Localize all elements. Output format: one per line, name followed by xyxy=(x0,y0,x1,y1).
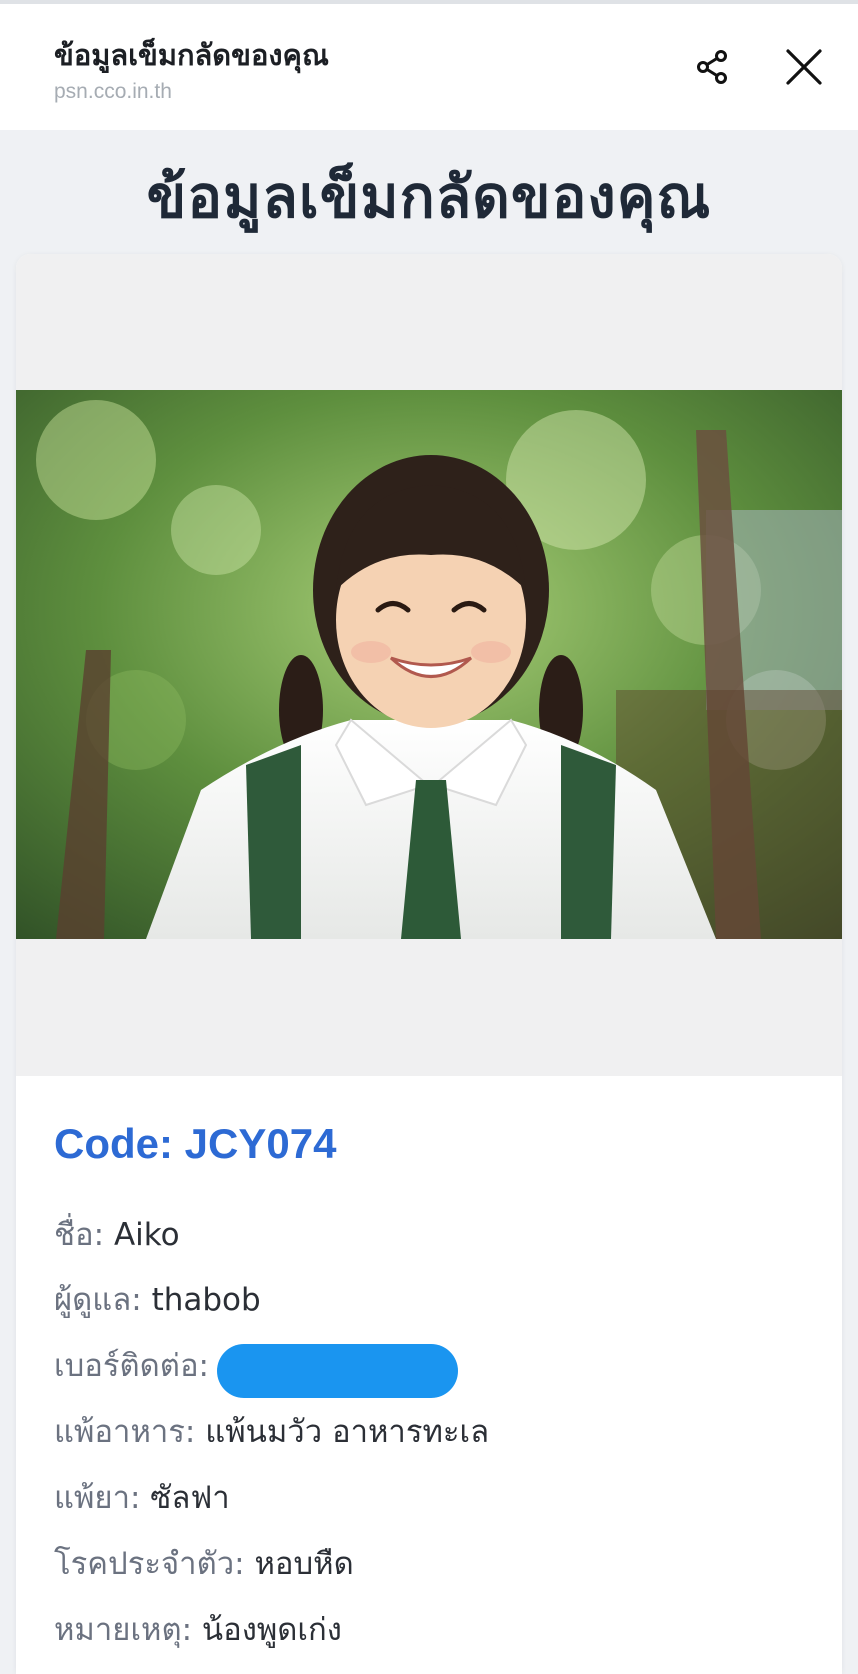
photo-area xyxy=(16,254,842,1076)
info-row-note: หมายเหตุ: น้องพูดเก่ง xyxy=(54,1604,342,1654)
info-row-phone: เบอร์ติดต่อ: xyxy=(54,1340,209,1390)
info-label: หมายเหตุ: xyxy=(54,1612,193,1648)
profile-code: Code: JCY074 xyxy=(54,1120,337,1167)
profile-card: Code: JCY074 ชื่อ: Aiko ผู้ดูแล: thabob … xyxy=(16,254,842,1674)
info-value: Aiko xyxy=(113,1217,180,1253)
info-row-drug-allergy: แพ้ยา: ซัลฟา xyxy=(54,1472,230,1522)
phone-redaction-mask xyxy=(217,1344,458,1398)
share-icon xyxy=(697,50,727,84)
info-value: แพ้นมวัว อาหารทะเล xyxy=(205,1414,490,1450)
share-button[interactable] xyxy=(686,39,742,95)
info-row-caretaker: ผู้ดูแล: thabob xyxy=(54,1274,261,1324)
info-label: ชื่อ: xyxy=(54,1217,105,1253)
close-button[interactable] xyxy=(776,39,832,95)
info-value: thabob xyxy=(151,1282,261,1318)
info-label: แพ้ยา: xyxy=(54,1480,141,1516)
info-label: ผู้ดูแล: xyxy=(54,1282,142,1318)
info-label: แพ้อาหาร: xyxy=(54,1414,196,1450)
info-label: เบอร์ติดต่อ: xyxy=(54,1348,209,1384)
info-value: น้องพูดเก่ง xyxy=(201,1612,342,1648)
app-bar-title: ข้อมูลเข็มกลัดของคุณ xyxy=(54,38,329,72)
info-label: โรคประจำตัว: xyxy=(54,1546,245,1582)
close-icon xyxy=(786,49,822,85)
app-bar: ข้อมูลเข็มกลัดของคุณ psn.cco.in.th xyxy=(0,4,858,130)
info-value: ซัลฟา xyxy=(150,1480,230,1516)
info-row-food-allergy: แพ้อาหาร: แพ้นมวัว อาหารทะเล xyxy=(54,1406,489,1456)
info-row-condition: โรคประจำตัว: หอบหืด xyxy=(54,1538,354,1588)
app-bar-url: psn.cco.in.th xyxy=(54,80,172,103)
info-row-name: ชื่อ: Aiko xyxy=(54,1209,180,1259)
info-value: หอบหืด xyxy=(254,1546,354,1582)
profile-photo xyxy=(16,390,842,939)
page-title: ข้อมูลเข็มกลัดของคุณ xyxy=(146,163,712,231)
